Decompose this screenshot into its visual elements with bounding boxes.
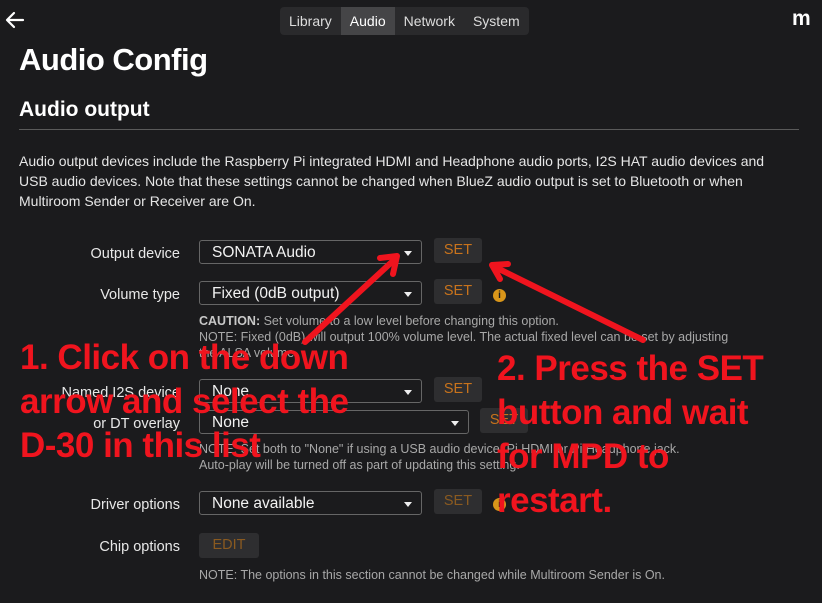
annotation-arrows — [302, 253, 646, 345]
